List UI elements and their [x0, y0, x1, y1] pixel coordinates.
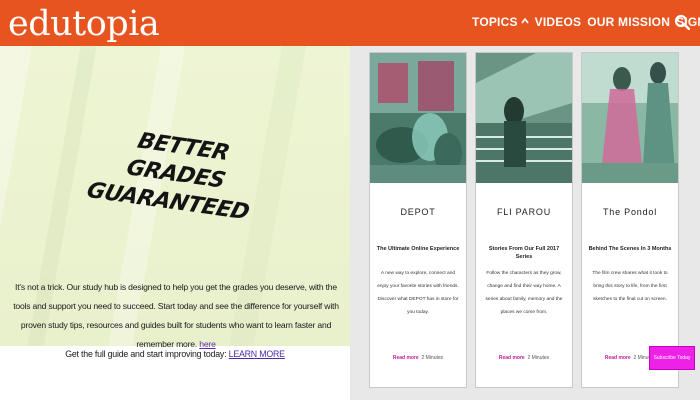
read-more-link[interactable]: Read more [605, 355, 631, 361]
card-title: The Pondol [602, 207, 658, 217]
card-subtitle: Behind The Scenes In 3 Months [588, 246, 672, 252]
card-photo [370, 53, 466, 183]
card-photo [582, 53, 678, 183]
nav-our-mission[interactable]: OUR MISSION [587, 15, 670, 29]
search-icon[interactable] [674, 14, 690, 30]
promo-body-link[interactable]: here [199, 339, 216, 349]
card-footer: Read more 2 Minutes [480, 355, 568, 361]
card-description: The film crew shares what it took to bri… [592, 271, 668, 302]
nav-topics[interactable]: TOPICS [472, 15, 529, 29]
promo-body: It's not a trick. Our study hub is desig… [6, 278, 346, 354]
nav-videos[interactable]: VIDEOS [535, 15, 582, 29]
read-more-link[interactable]: Read more [393, 355, 419, 361]
card-meta: 2 Minutes [421, 355, 444, 361]
nav-topics-label: TOPICS [472, 15, 518, 29]
card-subtitle: The Ultimate Online Experience [376, 246, 460, 252]
card-title: FLI PAROU [496, 207, 552, 217]
read-more-link[interactable]: Read more [499, 355, 525, 361]
promo-cta-link[interactable]: LEARN MORE [229, 349, 285, 359]
story-card[interactable]: DEPOT The Ultimate Online Experience A n… [369, 52, 467, 388]
promo-body-text: It's not a trick. Our study hub is desig… [13, 282, 339, 349]
card-description: A new way to explore, connect and enjoy … [377, 271, 459, 315]
story-card[interactable]: The Pondol Behind The Scenes In 3 Months… [581, 52, 679, 388]
chevron-up-icon [521, 17, 529, 24]
card-footer: Read more 2 Minutes [374, 355, 462, 361]
promo-cta-text: Get the full guide and start improving t… [65, 349, 227, 359]
story-card[interactable]: FLI PAROU Stories From Our Full 2017 Ser… [475, 52, 573, 388]
card-meta: 2 Minutes [527, 355, 550, 361]
subscribe-button[interactable]: Subscribe Today [649, 346, 695, 370]
edutopia-logo[interactable]: edutopia [8, 2, 160, 46]
card-subtitle: Stories From Our Full 2017 Series [488, 246, 560, 260]
main-nav: TOPICS VIDEOS OUR MISSION SIGN UP [472, 15, 700, 29]
promo-cta: Get the full guide and start improving t… [60, 349, 290, 359]
site-header: edutopia TOPICS VIDEOS OUR MISSION SIGN … [0, 0, 700, 46]
card-photo [476, 53, 572, 183]
card-description: Follow the characters as they grow, chan… [485, 271, 563, 315]
card-title: DEPOT [400, 207, 436, 217]
